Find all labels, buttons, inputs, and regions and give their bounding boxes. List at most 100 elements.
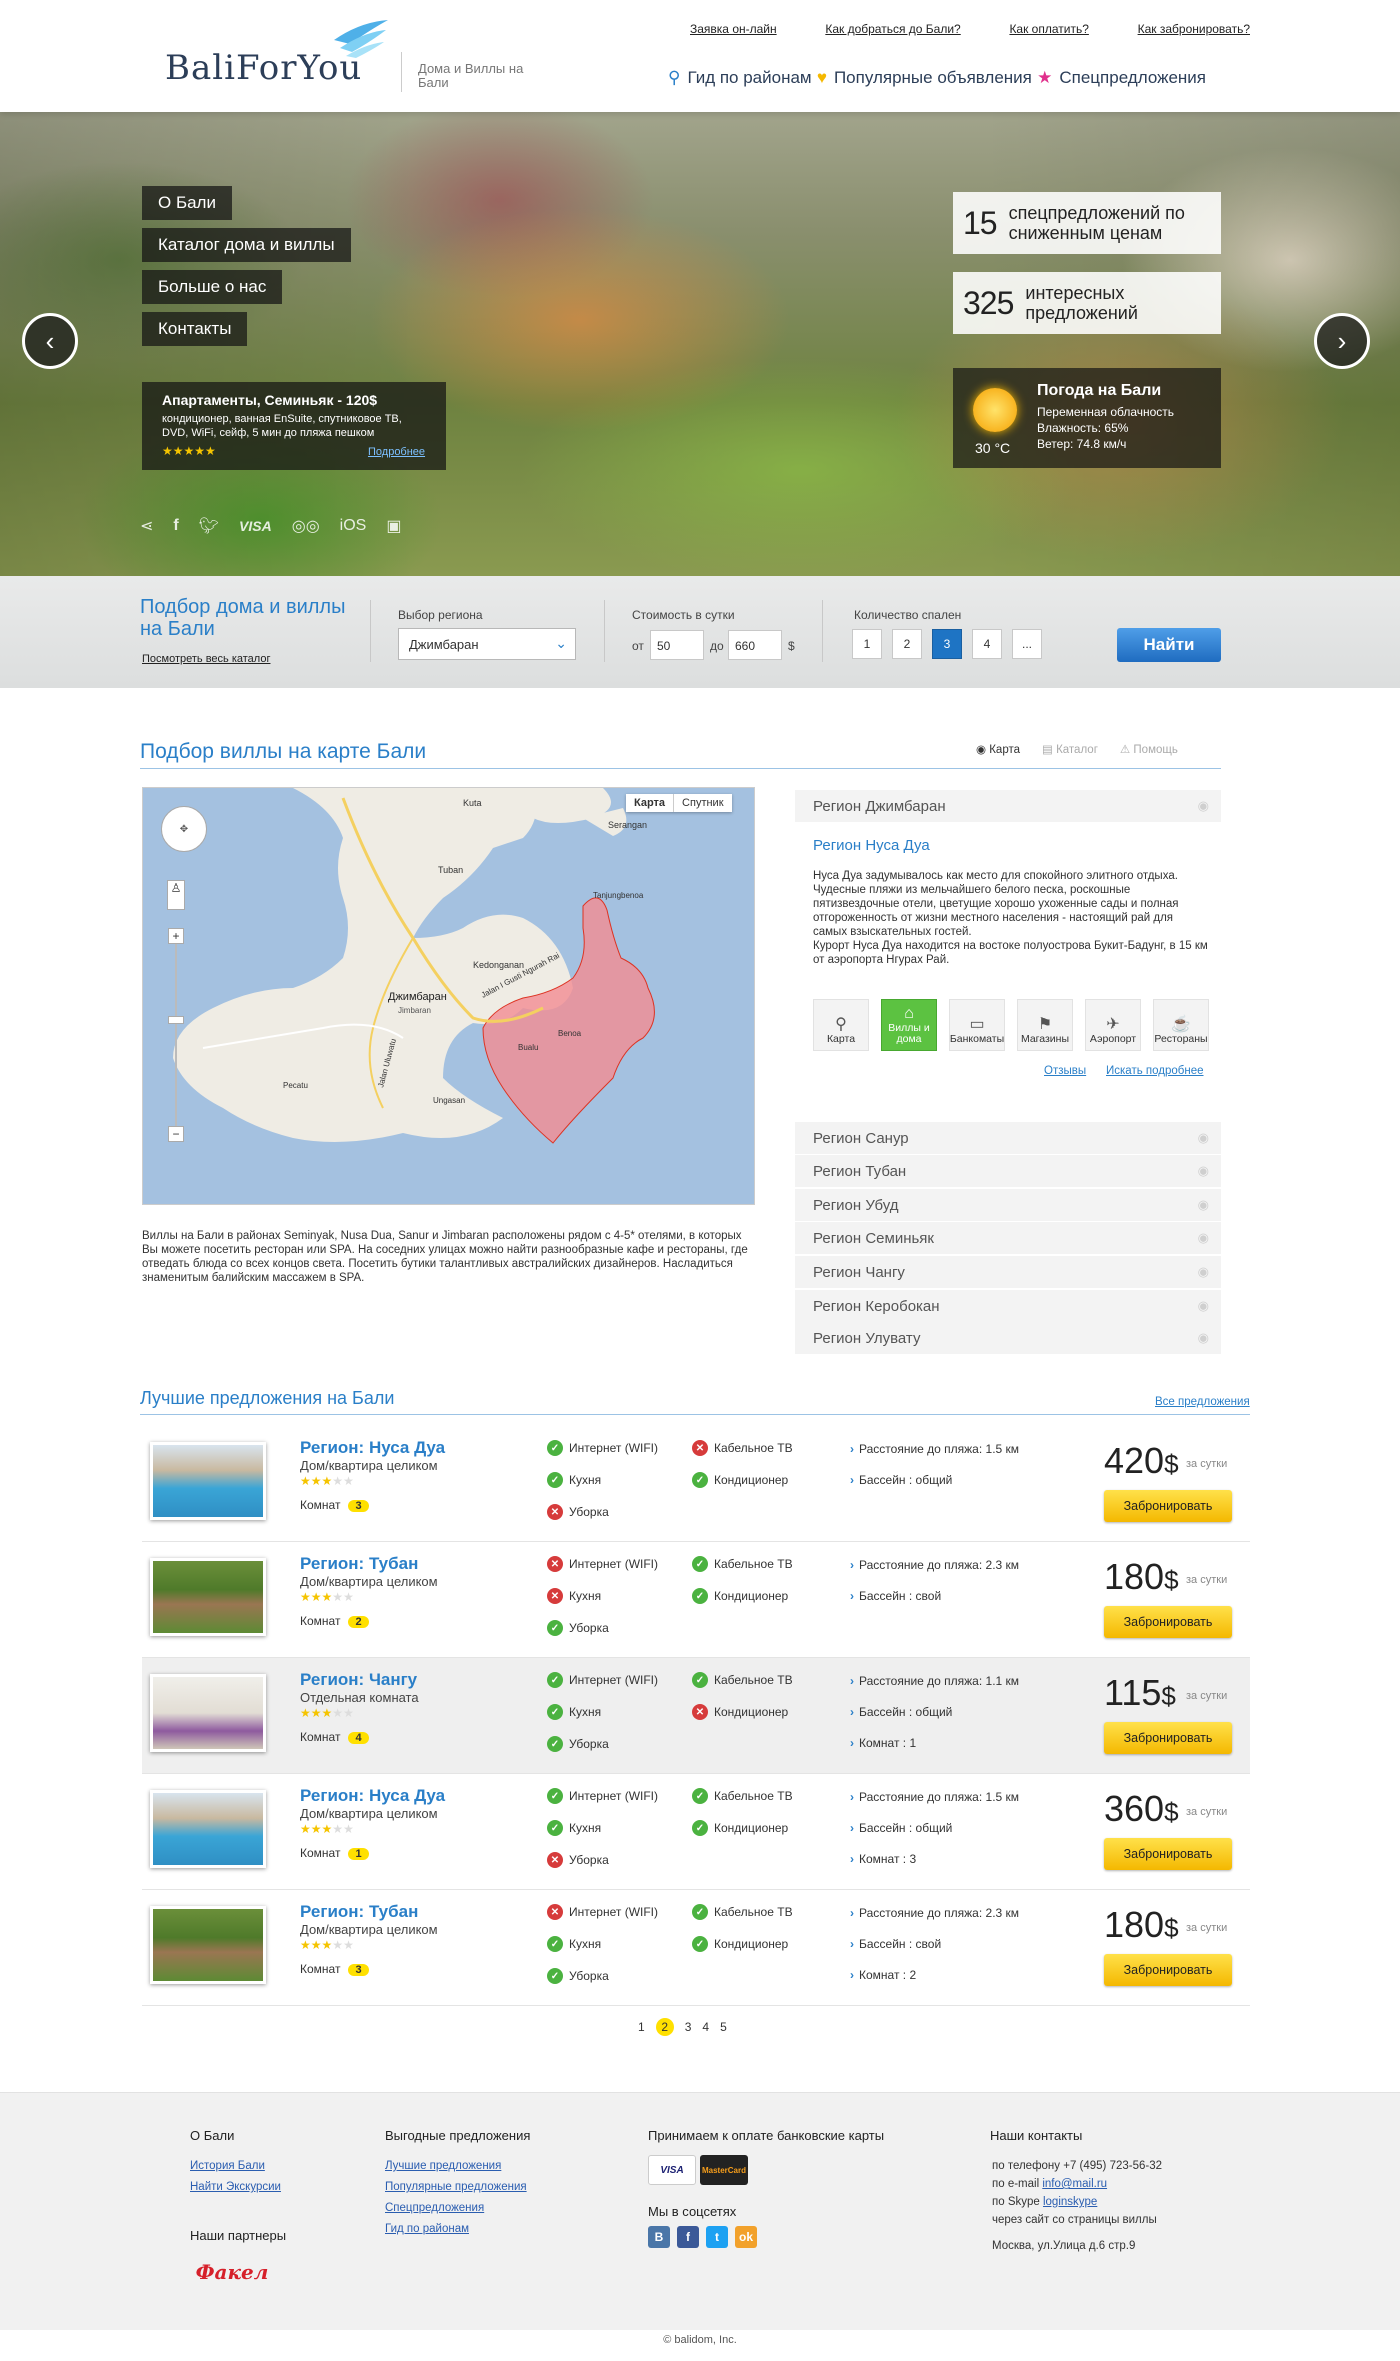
category-2[interactable]: ▭ Банкоматы <box>949 999 1005 1051</box>
partner-logo[interactable]: Факел <box>192 2252 272 2292</box>
page-4[interactable]: 4 <box>702 2020 709 2034</box>
featured-apartment[interactable]: Апартаменты, Семиньяк - 120$ кондиционер… <box>142 382 446 470</box>
search-more-link[interactable]: Искать подробнее <box>1106 1065 1204 1077</box>
category-1[interactable]: ⌂ Виллы и дома <box>881 999 937 1051</box>
listing-photo[interactable] <box>150 1906 266 1984</box>
share-icon[interactable]: ⋖ <box>140 516 153 536</box>
footer-link-excursions[interactable]: Найти Экскурсии <box>190 2181 281 2193</box>
bedroom-option-0[interactable]: 1 <box>852 629 882 659</box>
category-4[interactable]: ✈ Аэропорт <box>1085 999 1141 1051</box>
all-offers-link[interactable]: Все предложения <box>1155 1396 1250 1408</box>
listing-photo[interactable] <box>150 1442 266 1520</box>
page-3[interactable]: 3 <box>685 2020 692 2034</box>
book-button[interactable]: Забронировать <box>1104 1954 1232 1986</box>
stat-special-offers[interactable]: 15 спецпредложений по сниженным ценам <box>953 192 1221 254</box>
page-2[interactable]: 2 <box>655 2018 674 2036</box>
hero-menu-item-3[interactable]: Контакты <box>142 312 248 346</box>
region-item-jimbaran[interactable]: Регион Джимбаран ◉ <box>795 790 1221 822</box>
nav-item-0[interactable]: ⚲ Гид по районам <box>668 68 812 88</box>
mastercard-icon[interactable]: ◎◎ <box>292 516 320 536</box>
zoom-slider-track[interactable] <box>175 944 177 1126</box>
footer-link-history[interactable]: История Бали <box>190 2160 265 2172</box>
footer-offer-link-2[interactable]: Спецпредложения <box>385 2202 484 2214</box>
facebook-icon[interactable]: f <box>173 517 178 535</box>
bedroom-option-2[interactable]: 3 <box>932 629 962 659</box>
bedroom-option-3[interactable]: 4 <box>972 629 1002 659</box>
price-to-input[interactable]: 660 <box>728 630 782 660</box>
listing-row[interactable]: Регион: Тубан Дом/квартира целиком ★★★★★ Ко… <box>142 1542 1250 1658</box>
facebook-icon[interactable]: f <box>677 2226 699 2248</box>
twitter-icon[interactable]: 🐦︎ <box>199 516 219 536</box>
find-button[interactable]: Найти <box>1117 628 1221 662</box>
bali-map[interactable]: Kuta Serangan Tuban Kedonganan Tanjungbe… <box>142 787 755 1205</box>
top-link-2[interactable]: Как оплатить? <box>1009 22 1088 36</box>
listing-title[interactable]: Регион: Нуса Дуа <box>300 1786 445 1806</box>
top-link-0[interactable]: Заявка он-лайн <box>690 22 777 36</box>
vk-icon[interactable]: В <box>648 2226 670 2248</box>
top-link-1[interactable]: Как добраться до Бали? <box>825 22 960 36</box>
region-item-6[interactable]: Регион Улувату ◉ <box>795 1322 1221 1354</box>
odnoklassniki-icon[interactable]: ok <box>735 2226 757 2248</box>
zoom-out-button[interactable]: − <box>168 1126 184 1142</box>
stat-interesting-offers[interactable]: 325 интересных предложений <box>953 272 1221 334</box>
category-5[interactable]: ☕ Рестораны <box>1153 999 1209 1051</box>
zoom-in-button[interactable]: + <box>168 928 184 944</box>
region-item-0[interactable]: Регион Санур ◉ <box>795 1122 1221 1154</box>
region-item-2[interactable]: Регион Убуд ◉ <box>795 1189 1221 1221</box>
nav-item-1[interactable]: ♥ Популярные объявления <box>817 68 1032 88</box>
page-5[interactable]: 5 <box>720 2020 727 2034</box>
footer-email-link[interactable]: info@mail.ru <box>1042 2178 1107 2190</box>
category-3[interactable]: ⚑ Магазины <box>1017 999 1073 1051</box>
map-pan-control[interactable]: ✥ <box>161 806 207 852</box>
bedroom-option-4[interactable]: ... <box>1012 629 1042 659</box>
visa-icon[interactable]: VISA <box>239 518 272 534</box>
region-item-5[interactable]: Регион Керобокан ◉ <box>795 1290 1221 1322</box>
map-type-satellite[interactable]: Спутник <box>673 794 732 812</box>
region-item-3[interactable]: Регион Семиньяк ◉ <box>795 1222 1221 1254</box>
view-catalog[interactable]: ▤ Каталог <box>1042 742 1098 756</box>
page-1[interactable]: 1 <box>638 2020 645 2034</box>
region-item-1[interactable]: Регион Тубан ◉ <box>795 1155 1221 1187</box>
nav-item-2[interactable]: ★ Спецпредложения <box>1037 68 1206 88</box>
listing-photo[interactable] <box>150 1558 266 1636</box>
ios-icon[interactable]: iOS <box>340 517 367 535</box>
prev-slide-button[interactable]: ‹ <box>22 313 78 369</box>
hero-menu-item-0[interactable]: О Бали <box>142 186 232 220</box>
top-link-3[interactable]: Как забронировать? <box>1138 22 1250 36</box>
view-help[interactable]: ⚠ Помощь <box>1120 742 1178 756</box>
map-type-map[interactable]: Карта <box>626 794 674 812</box>
book-button[interactable]: Забронировать <box>1104 1606 1232 1638</box>
catalog-link[interactable]: Посмотреть весь каталог <box>142 653 270 665</box>
twitter-icon[interactable]: t <box>706 2226 728 2248</box>
zoom-slider-handle[interactable] <box>168 1016 184 1024</box>
listing-photo[interactable] <box>150 1790 266 1868</box>
next-slide-button[interactable]: › <box>1314 313 1370 369</box>
reviews-link[interactable]: Отзывы <box>1044 1065 1086 1077</box>
listing-row[interactable]: Регион: Тубан Дом/квартира целиком ★★★★★ Ко… <box>142 1890 1250 2006</box>
region-item-4[interactable]: Регион Чангу ◉ <box>795 1256 1221 1288</box>
listing-title[interactable]: Регион: Нуса Дуа <box>300 1438 445 1458</box>
street-view-icon[interactable]: ♙ <box>167 880 185 910</box>
book-button[interactable]: Забронировать <box>1104 1838 1232 1870</box>
category-0[interactable]: ⚲ Карта <box>813 999 869 1051</box>
listing-title[interactable]: Регион: Тубан <box>300 1554 418 1574</box>
book-button[interactable]: Забронировать <box>1104 1490 1232 1522</box>
listing-title[interactable]: Регион: Чангу <box>300 1670 417 1690</box>
listing-photo[interactable] <box>150 1674 266 1752</box>
region-select[interactable]: Джимбаран ⌄ <box>398 628 576 660</box>
listing-title[interactable]: Регион: Тубан <box>300 1902 418 1922</box>
view-map[interactable]: ◉ Карта <box>976 742 1020 756</box>
hero-menu-item-1[interactable]: Каталог дома и виллы <box>142 228 351 262</box>
footer-offer-link-3[interactable]: Гид по районам <box>385 2223 469 2235</box>
price-from-input[interactable]: 50 <box>650 630 704 660</box>
hero-menu-item-2[interactable]: Больше о нас <box>142 270 283 304</box>
footer-offer-link-1[interactable]: Популярные предложения <box>385 2181 527 2193</box>
listing-row[interactable]: Регион: Нуса Дуа Дом/квартира целиком ★★★★… <box>142 1426 1250 1542</box>
listing-row[interactable]: Регион: Чангу Отдельная комната ★★★★★ Комна… <box>142 1658 1250 1774</box>
footer-offer-link-0[interactable]: Лучшие предложения <box>385 2160 501 2172</box>
android-icon[interactable]: ▣ <box>386 516 401 536</box>
footer-skype-link[interactable]: loginskype <box>1043 2196 1097 2208</box>
listing-row[interactable]: Регион: Нуса Дуа Дом/квартира целиком ★★★★… <box>142 1774 1250 1890</box>
apartment-more-link[interactable]: Подробнее <box>368 446 425 458</box>
book-button[interactable]: Забронировать <box>1104 1722 1232 1754</box>
